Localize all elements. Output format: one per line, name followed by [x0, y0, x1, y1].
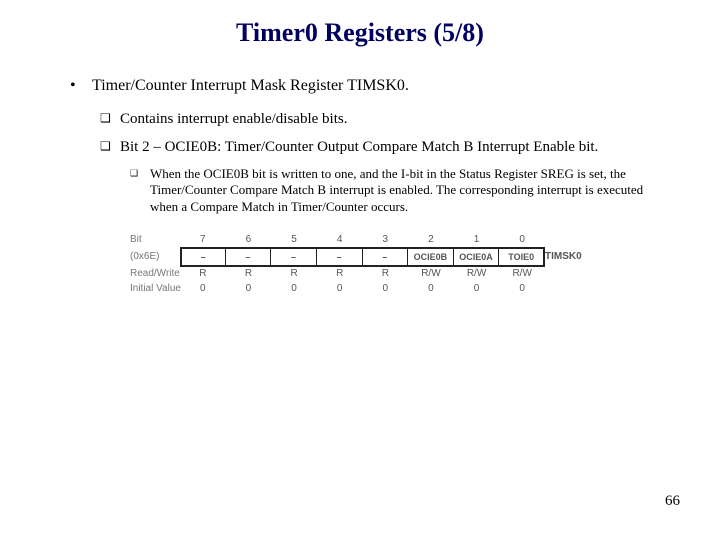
bit-name: –	[226, 247, 272, 267]
bit-number: 7	[180, 233, 226, 248]
bit-init: 0	[226, 282, 272, 297]
row-label-init: Initial Value	[130, 282, 180, 297]
bit-rw: R	[226, 267, 272, 282]
bit-init: 0	[180, 282, 226, 297]
bit-name: –	[317, 247, 363, 267]
bit-number: 2	[408, 233, 454, 248]
row-label-bit: Bit	[130, 233, 180, 248]
bit-rw: R	[317, 267, 363, 282]
bit-rw: R	[271, 267, 317, 282]
bit-name: –	[180, 247, 226, 267]
bit-init: 0	[363, 282, 409, 297]
page-number: 66	[665, 493, 680, 510]
bit-init: 0	[499, 282, 545, 297]
register-name: TIMSK0	[545, 250, 590, 265]
bit-rw: R	[363, 267, 409, 282]
bit-init: 0	[317, 282, 363, 297]
register-diagram: Bit 7 6 5 4 3 2 1 0 (0x6E) – – – – – OCI…	[130, 233, 590, 297]
bit-init: 0	[454, 282, 500, 297]
bullet-lvl2: Bit 2 – OCIE0B: Timer/Counter Output Com…	[100, 138, 650, 156]
slide: Timer0 Registers (5/8) Timer/Counter Int…	[0, 0, 720, 540]
bit-number: 1	[454, 233, 500, 248]
bit-init: 0	[271, 282, 317, 297]
bit-name: –	[271, 247, 317, 267]
slide-title: Timer0 Registers (5/8)	[0, 0, 720, 48]
bit-rw: R	[180, 267, 226, 282]
slide-body: Timer/Counter Interrupt Mask Register TI…	[0, 48, 720, 296]
bit-rw: R/W	[454, 267, 500, 282]
bit-name: OCIE0B	[408, 247, 454, 267]
bullet-lvl1: Timer/Counter Interrupt Mask Register TI…	[70, 76, 650, 96]
bullet-lvl3: When the OCIE0B bit is written to one, a…	[130, 166, 650, 215]
bit-init: 0	[408, 282, 454, 297]
bit-name: –	[363, 247, 409, 267]
bit-name: TOIE0	[499, 247, 545, 267]
row-label-rw: Read/Write	[130, 267, 180, 282]
bit-rw: R/W	[408, 267, 454, 282]
bit-number: 5	[271, 233, 317, 248]
bullet-lvl2: Contains interrupt enable/disable bits.	[100, 110, 650, 128]
row-label-addr: (0x6E)	[130, 250, 180, 265]
bit-number: 6	[226, 233, 272, 248]
bit-rw: R/W	[499, 267, 545, 282]
bit-number: 0	[499, 233, 545, 248]
bit-number: 4	[317, 233, 363, 248]
bit-number: 3	[363, 233, 409, 248]
bit-name: OCIE0A	[454, 247, 500, 267]
